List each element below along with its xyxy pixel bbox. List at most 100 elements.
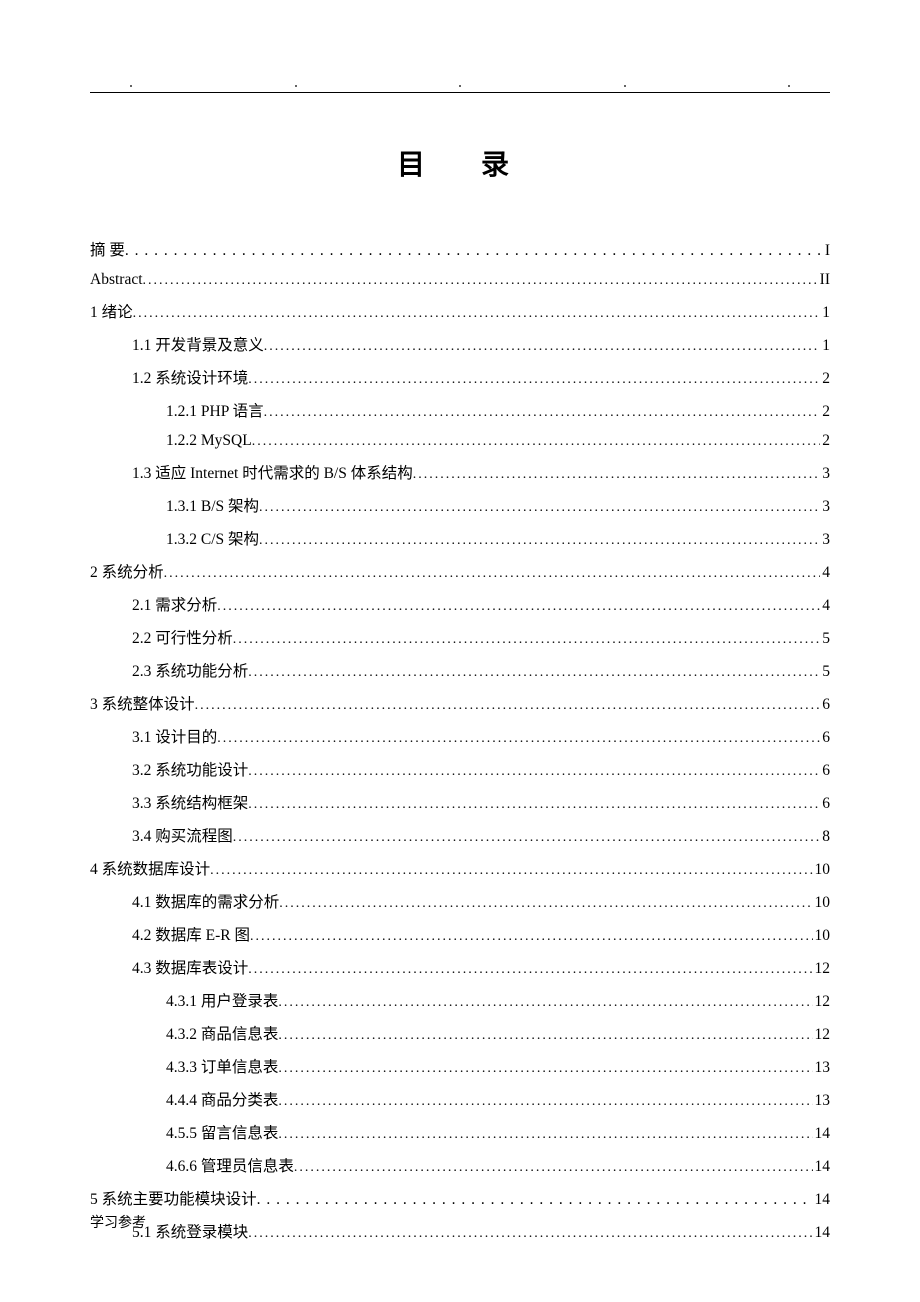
header-rule — [90, 85, 830, 93]
toc-entry: 1.3 适应 Internet 时代需求的 B/S 体系结构 3 — [90, 461, 830, 483]
toc-entry: 3.4 购买流程图 8 — [90, 824, 830, 846]
toc-entry: 4 系统数据库设计 10 — [90, 857, 830, 879]
toc-entry: 4.4.4 商品分类表 13 — [90, 1088, 830, 1110]
toc-entry-page: 8 — [820, 828, 830, 846]
toc-entry-label: 4 系统数据库设计 — [90, 857, 210, 879]
toc-leader — [248, 1224, 812, 1242]
toc-leader — [294, 1158, 813, 1176]
toc-entry-page: 12 — [813, 960, 831, 978]
toc-entry-page: I — [823, 242, 830, 260]
toc-entry: 摘 要I — [90, 238, 830, 260]
toc-leader — [264, 337, 820, 355]
toc-leader — [248, 960, 812, 978]
toc-entry-page: 3 — [820, 465, 830, 483]
toc-leader — [217, 729, 820, 747]
page-title: 目 录 — [90, 143, 830, 183]
toc-entry-label: Abstract — [90, 271, 143, 289]
toc-entry: 2 系统分析 4 — [90, 560, 830, 582]
toc-entry: 2.3 系统功能分析5 — [90, 659, 830, 681]
toc-leader — [264, 403, 821, 421]
toc-entry: 4.2 数据库 E-R 图10 — [90, 923, 830, 945]
toc-leader — [217, 597, 820, 615]
toc-entry: 4.1 数据库的需求分析10 — [90, 890, 830, 912]
toc-entry-label: 2 系统分析 — [90, 560, 164, 582]
toc-entry-label: 3.2 系统功能设计 — [132, 758, 248, 780]
toc-entry-page: 5 — [820, 663, 830, 681]
toc-entry: 1.2.2 MySQL 2 — [90, 432, 830, 450]
toc-entry: Abstract II — [90, 271, 830, 289]
toc-entry: 2.1 需求分析 4 — [90, 593, 830, 615]
toc-entry-label: 4.5.5 留言信息表 — [166, 1121, 278, 1143]
toc-entry-page: 10 — [813, 861, 831, 879]
toc-leader — [133, 304, 821, 322]
document-page: 目 录 摘 要 I Abstract II 1 绪论 1 1.1 开发背景及意义 1 1.2 系… — [0, 0, 920, 1302]
toc-leader — [257, 1191, 813, 1209]
toc-entry-page: 3 — [820, 531, 830, 549]
toc-entry-page: 3 — [820, 498, 830, 516]
toc-entry-page: 14 — [813, 1158, 831, 1176]
toc-entry: 5 系统主要功能模块设计14 — [90, 1187, 830, 1209]
toc-entry-page: 2 — [820, 370, 830, 388]
toc-entry: 1 绪论 1 — [90, 300, 830, 322]
toc-leader — [248, 762, 820, 780]
toc-entry-page: 13 — [813, 1059, 831, 1077]
toc-leader — [279, 894, 812, 912]
toc-entry-page: 2 — [820, 432, 830, 450]
toc-entry-label: 3.3 系统结构框架 — [132, 791, 248, 813]
toc-leader — [233, 630, 820, 648]
toc-leader — [143, 271, 818, 289]
toc-entry: 3.1 设计目的6 — [90, 725, 830, 747]
toc-entry-page: 5 — [820, 630, 830, 648]
toc-entry-label: 摘 要 — [90, 238, 125, 260]
toc-entry-label: 3 系统整体设计 — [90, 692, 195, 714]
toc-leader — [248, 370, 820, 388]
toc-entry-label: 4.3.1 用户登录表 — [166, 989, 278, 1011]
toc-entry-label: 4.3.2 商品信息表 — [166, 1022, 278, 1044]
toc-entry-label: 1 绪论 — [90, 300, 133, 322]
toc-entry: 1.2 系统设计环境2 — [90, 366, 830, 388]
toc-entry-label: 1.2.1 PHP 语言 — [166, 399, 264, 421]
toc-entry-label: 2.2 可行性分析 — [132, 626, 233, 648]
toc-entry-page: II — [818, 271, 830, 289]
toc-entry-label: 1.3.2 C/S 架构 — [166, 527, 259, 549]
toc-entry-label: 4.4.4 商品分类表 — [166, 1088, 278, 1110]
toc-entry-label: 4.3.3 订单信息表 — [166, 1055, 278, 1077]
toc-entry-page: 12 — [813, 993, 831, 1011]
toc-entry-label: 1.3 适应 Internet 时代需求的 B/S 体系结构 — [132, 461, 413, 483]
toc-leader — [259, 498, 820, 516]
toc-leader — [250, 927, 813, 945]
toc-entry: 3 系统整体设计6 — [90, 692, 830, 714]
toc-entry-page: 6 — [820, 795, 830, 813]
toc-entry-label: 1.3.1 B/S 架构 — [166, 494, 259, 516]
toc-entry-page: 4 — [820, 597, 830, 615]
toc-leader — [278, 1026, 812, 1044]
toc-entry: 5.1 系统登录模块 14 — [90, 1220, 830, 1242]
toc-entry-page: 2 — [820, 403, 830, 421]
toc-entry-page: 4 — [820, 564, 830, 582]
toc-entry: 4.5.5 留言信息表 14 — [90, 1121, 830, 1143]
toc-leader — [248, 795, 820, 813]
toc-entry: 2.2 可行性分析 5 — [90, 626, 830, 648]
toc-leader — [252, 432, 821, 450]
toc-entry-label: 4.1 数据库的需求分析 — [132, 890, 279, 912]
toc-entry-page: 6 — [820, 762, 830, 780]
toc-entry-page: 1 — [820, 304, 830, 322]
toc-entry: 1.3.1 B/S 架构 3 — [90, 494, 830, 516]
toc-entry-label: 3.4 购买流程图 — [132, 824, 233, 846]
toc-leader — [413, 465, 821, 483]
toc-entry-label: 4.6.6 管理员信息表 — [166, 1154, 294, 1176]
toc-entry: 1.2.1 PHP 语言 2 — [90, 399, 830, 421]
toc-entry-page: 14 — [813, 1224, 831, 1242]
toc-entry-page: 14 — [813, 1125, 831, 1143]
toc-leader — [278, 1059, 812, 1077]
toc-entry-label: 5.1 系统登录模块 — [132, 1220, 248, 1242]
toc-leader — [248, 663, 820, 681]
toc-leader — [278, 993, 812, 1011]
toc-entry-label: 2.1 需求分析 — [132, 593, 217, 615]
toc-entry-page: 13 — [813, 1092, 831, 1110]
toc-leader — [164, 564, 821, 582]
toc-entry-label: 1.2.2 MySQL — [166, 432, 252, 450]
toc-entry-label: 1.1 开发背景及意义 — [132, 333, 264, 355]
toc-entry-page: 1 — [820, 337, 830, 355]
toc-entry-page: 12 — [813, 1026, 831, 1044]
